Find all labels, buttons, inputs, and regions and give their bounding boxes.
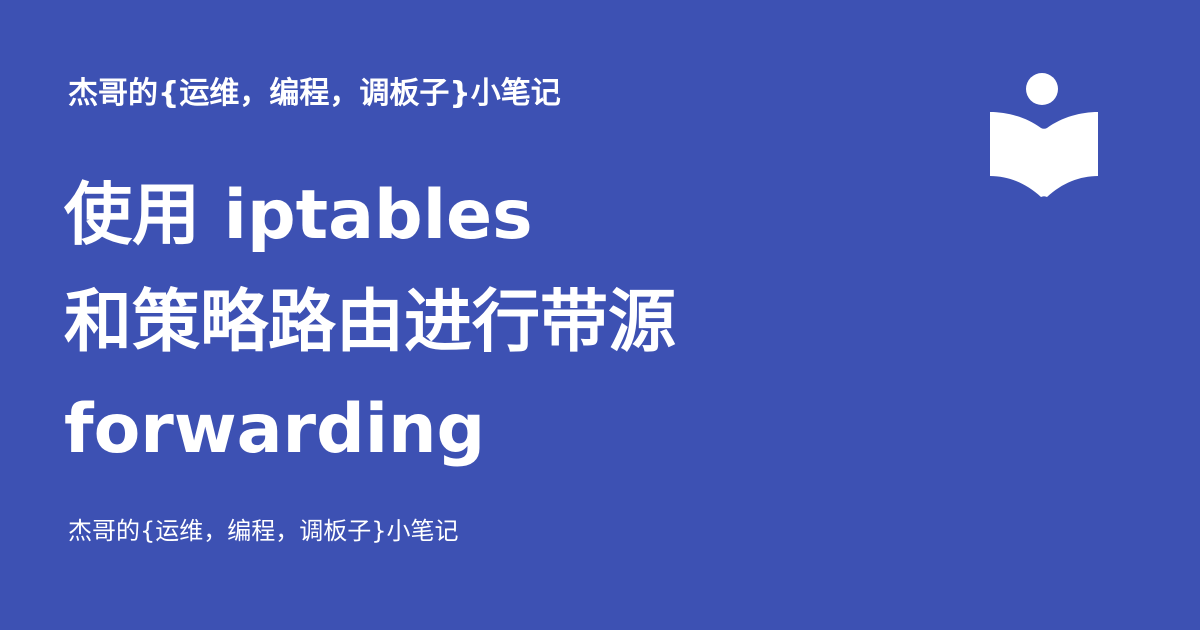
post-title-line-3: forwarding — [64, 390, 486, 469]
site-name-bottom: 杰哥的{运维，编程，调板子}小笔记 — [68, 517, 459, 545]
post-title: 使用 iptables 和策略路由进行带源 forwarding — [64, 162, 944, 483]
post-title-line-1: 使用 iptables — [64, 176, 533, 255]
social-share-card: 杰哥的{运维，编程，调板子}小笔记 使用 iptables 和策略路由进行带源 … — [0, 0, 1200, 630]
reading-book-icon — [985, 72, 1101, 198]
site-name-top: 杰哥的{运维，编程，调板子}小笔记 — [68, 76, 561, 111]
post-title-line-2: 和策略路由进行带源 — [64, 283, 677, 362]
